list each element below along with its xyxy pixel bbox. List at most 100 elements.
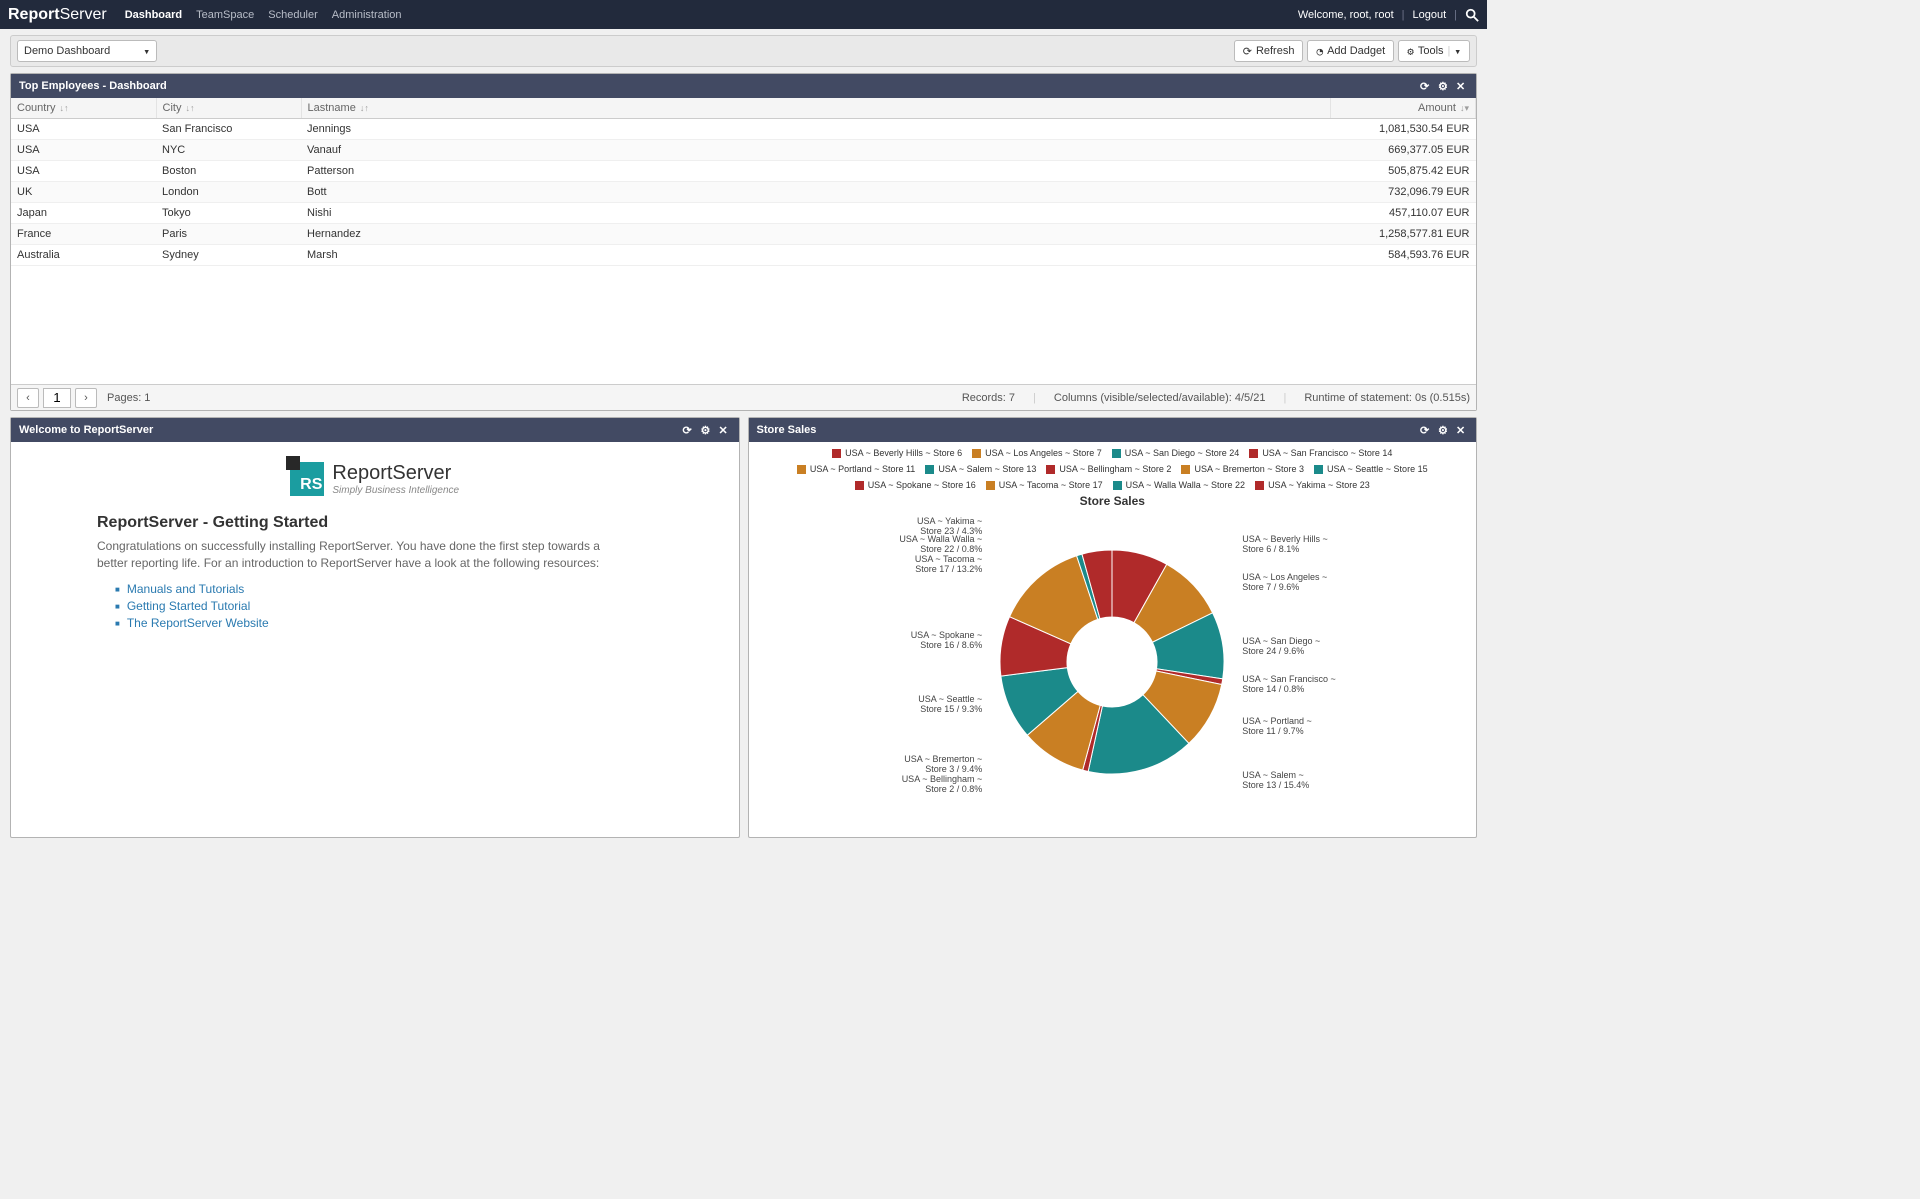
gear-icon[interactable]: ⚙	[701, 424, 713, 436]
slice-label: USA ~ Tacoma ~ Store 17 / 13.2%	[915, 554, 982, 574]
table-row[interactable]: FranceParisHernandez1,258,577.81 EUR	[11, 224, 1476, 245]
legend-swatch	[1314, 465, 1323, 474]
gear-icon[interactable]: ⚙	[1438, 80, 1450, 92]
slice-label: USA ~ Bremerton ~ Store 3 / 9.4%	[904, 754, 982, 774]
cell-lastname: Vanauf	[301, 140, 1331, 161]
runtime-info: Runtime of statement: 0s (0.515s)	[1304, 392, 1470, 404]
legend-item[interactable]: USA ~ Walla Walla ~ Store 22	[1113, 480, 1245, 490]
nav-dashboard[interactable]: Dashboard	[125, 9, 182, 21]
table-row[interactable]: UKLondonBott732,096.79 EUR	[11, 182, 1476, 203]
cell-country: USA	[11, 140, 156, 161]
welcome-link[interactable]: Getting Started Tutorial	[115, 599, 723, 613]
legend-item[interactable]: USA ~ Salem ~ Store 13	[925, 464, 1036, 474]
close-icon[interactable]: ✕	[1456, 424, 1468, 436]
slice-label: USA ~ Walla Walla ~ Store 22 / 0.8%	[899, 534, 982, 554]
refresh-button[interactable]: ⟳ Refresh	[1234, 40, 1304, 62]
brand-logo: ReportServer	[8, 6, 107, 24]
legend-item[interactable]: USA ~ Spokane ~ Store 16	[855, 480, 976, 490]
refresh-icon[interactable]: ⟳	[683, 424, 695, 436]
slice-label: USA ~ Bellingham ~ Store 2 / 0.8%	[902, 774, 983, 794]
cell-country: UK	[11, 182, 156, 203]
nav-teamspace[interactable]: TeamSpace	[196, 9, 254, 21]
legend-item[interactable]: USA ~ Portland ~ Store 11	[797, 464, 915, 474]
legend-label: USA ~ Tacoma ~ Store 17	[999, 480, 1103, 490]
brand-logo-light: Server	[60, 6, 107, 24]
sort-icon: ↓↑	[360, 103, 369, 113]
legend-swatch	[1112, 449, 1121, 458]
legend-item[interactable]: USA ~ Seattle ~ Store 15	[1314, 464, 1428, 474]
sort-icon: ↓↑	[185, 103, 194, 113]
dashboard-selector[interactable]: Demo Dashboard ▾	[17, 40, 157, 62]
brand-hero-name: ReportServer	[332, 462, 451, 484]
table-row[interactable]: USASan FranciscoJennings1,081,530.54 EUR	[11, 119, 1476, 140]
close-icon[interactable]: ✕	[719, 424, 731, 436]
top-navbar: ReportServer Dashboard TeamSpace Scheduler…	[0, 0, 1487, 29]
dashboard-selector-value: Demo Dashboard	[24, 45, 110, 57]
welcome-link[interactable]: Manuals and Tutorials	[115, 582, 723, 596]
gear-icon[interactable]: ⚙	[1438, 424, 1450, 436]
chevron-down-icon: ▾	[143, 45, 150, 58]
legend-item[interactable]: USA ~ Yakima ~ Store 23	[1255, 480, 1370, 490]
cell-city: San Francisco	[156, 119, 301, 140]
legend-item[interactable]: USA ~ Los Angeles ~ Store 7	[972, 448, 1102, 458]
legend-swatch	[832, 449, 841, 458]
table-row[interactable]: USANYCVanauf669,377.05 EUR	[11, 140, 1476, 161]
page-input[interactable]	[43, 388, 71, 408]
legend-label: USA ~ Spokane ~ Store 16	[868, 480, 976, 490]
pages-label: Pages: 1	[107, 392, 150, 404]
table-row[interactable]: USABostonPatterson505,875.42 EUR	[11, 161, 1476, 182]
legend-label: USA ~ Portland ~ Store 11	[810, 464, 915, 474]
legend-item[interactable]: USA ~ Beverly Hills ~ Store 6	[832, 448, 962, 458]
legend-swatch	[1181, 465, 1190, 474]
legend-label: USA ~ Seattle ~ Store 15	[1327, 464, 1428, 474]
chart-legend: USA ~ Beverly Hills ~ Store 6 USA ~ Los A…	[755, 448, 1471, 490]
table-row[interactable]: AustraliaSydneyMarsh584,593.76 EUR	[11, 245, 1476, 266]
legend-label: USA ~ Walla Walla ~ Store 22	[1126, 480, 1245, 490]
cell-lastname: Bott	[301, 182, 1331, 203]
table-pager: ‹ › Pages: 1 Records: 7 | Columns (visib…	[11, 384, 1476, 410]
tools-button[interactable]: ⚙ Tools | ▾	[1398, 40, 1470, 62]
legend-label: USA ~ Bellingham ~ Store 2	[1059, 464, 1171, 474]
next-page-button[interactable]: ›	[75, 388, 97, 408]
search-icon[interactable]	[1465, 8, 1479, 22]
legend-swatch	[1113, 481, 1122, 490]
close-icon[interactable]: ✕	[1456, 80, 1468, 92]
brand-hero-tagline: Simply Business Intelligence	[332, 485, 459, 496]
legend-item[interactable]: USA ~ Bremerton ~ Store 3	[1181, 464, 1304, 474]
welcome-link[interactable]: The ReportServer Website	[115, 616, 723, 630]
legend-item[interactable]: USA ~ Bellingham ~ Store 2	[1046, 464, 1171, 474]
legend-label: USA ~ San Francisco ~ Store 14	[1262, 448, 1392, 458]
gauge-icon: ◔	[1316, 45, 1323, 58]
refresh-icon[interactable]: ⟳	[1420, 80, 1432, 92]
nav-scheduler[interactable]: Scheduler	[268, 9, 318, 21]
welcome-panel: Welcome to ReportServer ⟳ ⚙ ✕ RS ReportS…	[10, 417, 740, 838]
brand-logo-bold: Report	[8, 6, 60, 24]
panel-header: Store Sales ⟳ ⚙ ✕	[749, 418, 1477, 442]
col-city[interactable]: City↓↑	[156, 98, 301, 119]
legend-item[interactable]: USA ~ San Diego ~ Store 24	[1112, 448, 1240, 458]
legend-label: USA ~ Yakima ~ Store 23	[1268, 480, 1370, 490]
cell-lastname: Patterson	[301, 161, 1331, 182]
cell-country: Australia	[11, 245, 156, 266]
nav-administration[interactable]: Administration	[332, 9, 402, 21]
cell-lastname: Marsh	[301, 245, 1331, 266]
cell-lastname: Nishi	[301, 203, 1331, 224]
cell-city: Tokyo	[156, 203, 301, 224]
cell-amount: 584,593.76 EUR	[1331, 245, 1476, 266]
table-row[interactable]: JapanTokyoNishi457,110.07 EUR	[11, 203, 1476, 224]
refresh-icon[interactable]: ⟳	[1420, 424, 1432, 436]
col-country[interactable]: Country↓↑	[11, 98, 156, 119]
panel-header: Welcome to ReportServer ⟳ ⚙ ✕	[11, 418, 739, 442]
cell-city: London	[156, 182, 301, 203]
legend-item[interactable]: USA ~ Tacoma ~ Store 17	[986, 480, 1103, 490]
logout-link[interactable]: Logout	[1412, 9, 1446, 21]
prev-page-button[interactable]: ‹	[17, 388, 39, 408]
slice-label: USA ~ Beverly Hills ~ Store 6 / 8.1%	[1242, 534, 1328, 554]
col-amount[interactable]: Amount↓▾	[1331, 98, 1476, 119]
col-lastname[interactable]: Lastname↓↑	[301, 98, 1331, 119]
refresh-label: Refresh	[1256, 45, 1295, 57]
slice-label: USA ~ San Diego ~ Store 24 / 9.6%	[1242, 636, 1320, 656]
cell-amount: 457,110.07 EUR	[1331, 203, 1476, 224]
add-dadget-button[interactable]: ◔ Add Dadget	[1307, 40, 1394, 62]
legend-item[interactable]: USA ~ San Francisco ~ Store 14	[1249, 448, 1392, 458]
